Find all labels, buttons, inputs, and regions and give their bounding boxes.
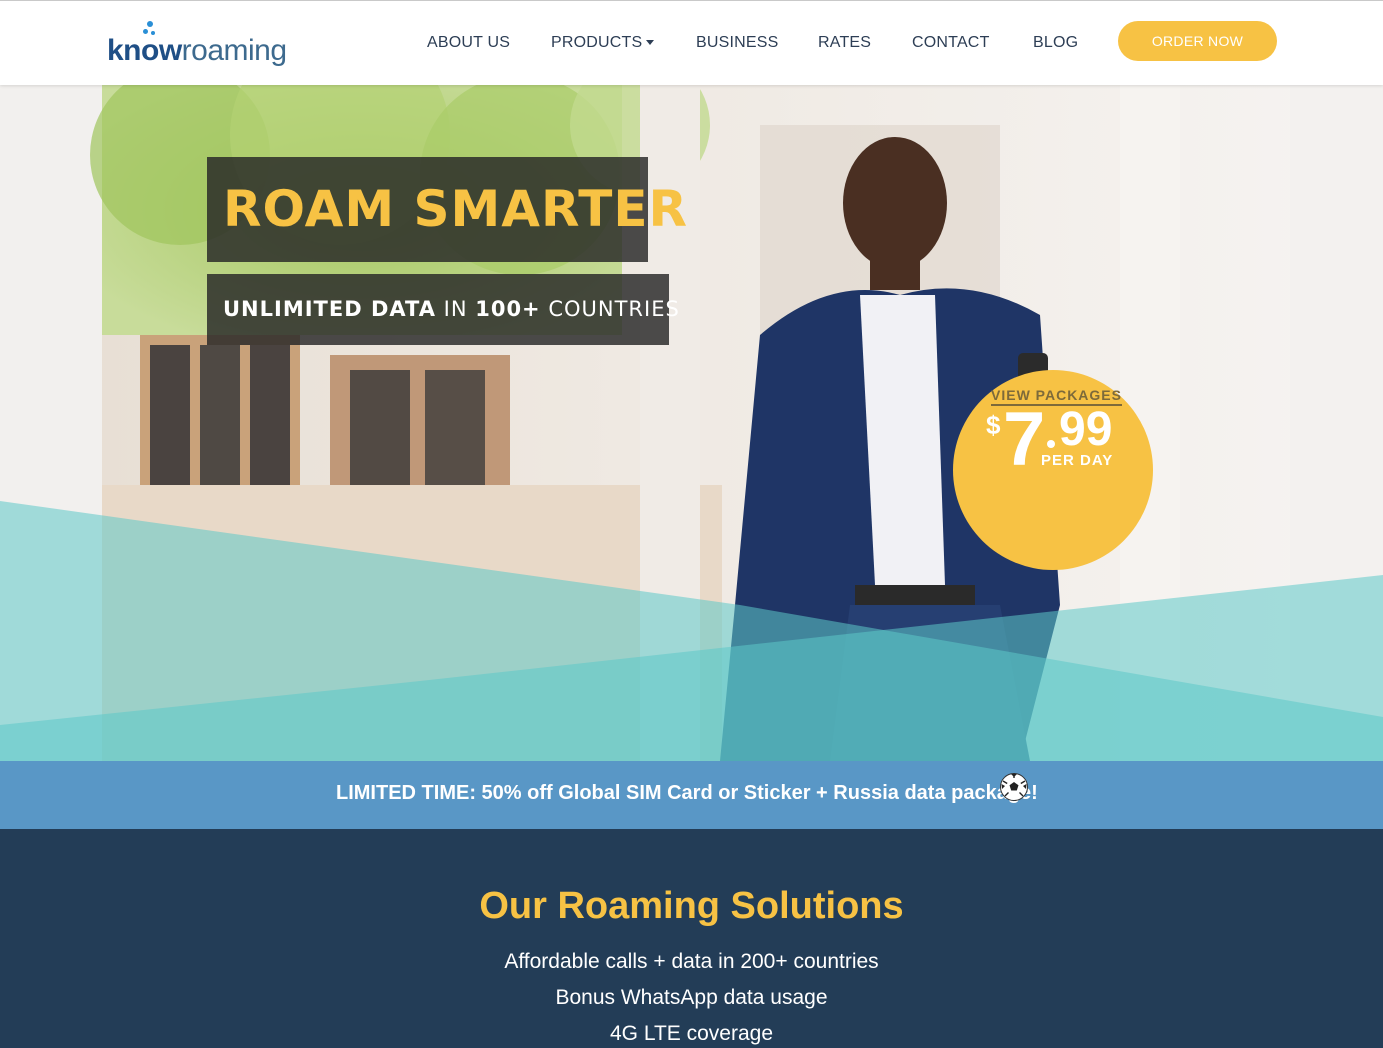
nav-rates-label: RATES bbox=[818, 34, 872, 51]
soccer-ball-icon bbox=[1000, 773, 1028, 801]
chevron-down-icon bbox=[646, 40, 655, 46]
nav-contact-label: CONTACT bbox=[912, 34, 990, 51]
nav-business[interactable]: BUSINESS bbox=[696, 31, 779, 55]
hero-title: ROAM SMARTER bbox=[223, 180, 689, 238]
nav-about-us-label: ABOUT US bbox=[427, 34, 511, 51]
price-currency: $ bbox=[986, 410, 1001, 440]
site-header: knowroaming ABOUT US PRODUCTS BUSINESS R… bbox=[0, 0, 1383, 85]
hero-subtitle-strong-1: UNLIMITED DATA bbox=[223, 297, 436, 321]
promo-bar[interactable]: LIMITED TIME: 50% off Global SIM Card or… bbox=[0, 761, 1383, 829]
solution-item: 4G LTE coverage bbox=[609, 1022, 774, 1045]
hero-banner: ROAM SMARTER UNLIMITED DATA IN 100+ COUN… bbox=[0, 85, 1383, 761]
price-decimal-dot bbox=[1047, 440, 1055, 448]
hero-subtitle-plain-1: IN bbox=[435, 297, 476, 321]
promo-text[interactable]: LIMITED TIME: 50% off Global SIM Card or… bbox=[336, 781, 1038, 805]
nav-blog[interactable]: BLOG bbox=[1033, 31, 1078, 55]
nav-rates[interactable]: RATES bbox=[818, 31, 871, 55]
roaming-solutions-section: Our Roaming Solutions Affordable calls +… bbox=[0, 829, 1383, 1048]
price-unit: PER DAY bbox=[1041, 452, 1114, 469]
nav-products[interactable]: PRODUCTS bbox=[551, 31, 655, 55]
price-badge[interactable]: $ 7 99 PER DAY VIEW PACKAGES bbox=[953, 370, 1153, 570]
logo-know: know bbox=[107, 34, 182, 67]
solution-item: Bonus WhatsApp data usage bbox=[555, 986, 828, 1009]
hero-subtitle-plain-2: COUNTRIES bbox=[540, 297, 680, 321]
hero-subtitle: UNLIMITED DATA IN 100+ COUNTRIES bbox=[223, 295, 680, 323]
logo-roaming: roaming bbox=[181, 34, 287, 67]
hero-title-box: ROAM SMARTER bbox=[207, 157, 687, 262]
view-packages-link[interactable]: VIEW PACKAGES bbox=[991, 387, 1122, 406]
solutions-title: Our Roaming Solutions bbox=[479, 885, 904, 927]
nav-contact[interactable]: CONTACT bbox=[912, 31, 990, 55]
price-amount-cents: 99 bbox=[1059, 403, 1113, 456]
nav-business-label: BUSINESS bbox=[696, 34, 779, 51]
price-amount-whole: 7 bbox=[1003, 397, 1046, 482]
nav-about-us[interactable]: ABOUT US bbox=[427, 31, 510, 55]
hero-subtitle-strong-2: 100+ bbox=[475, 297, 541, 321]
page: knowroaming ABOUT US PRODUCTS BUSINESS R… bbox=[0, 0, 1383, 1048]
order-now-button[interactable]: ORDER NOW bbox=[1118, 21, 1277, 61]
nav-blog-label: BLOG bbox=[1033, 34, 1079, 51]
solution-item: Affordable calls + data in 200+ countrie… bbox=[504, 950, 879, 973]
hero-subtitle-box: UNLIMITED DATA IN 100+ COUNTRIES bbox=[207, 274, 679, 345]
nav-products-label: PRODUCTS bbox=[551, 34, 643, 51]
knowroaming-logo[interactable]: knowroaming bbox=[107, 19, 287, 71]
logo-wordmark: knowroaming bbox=[107, 33, 287, 69]
